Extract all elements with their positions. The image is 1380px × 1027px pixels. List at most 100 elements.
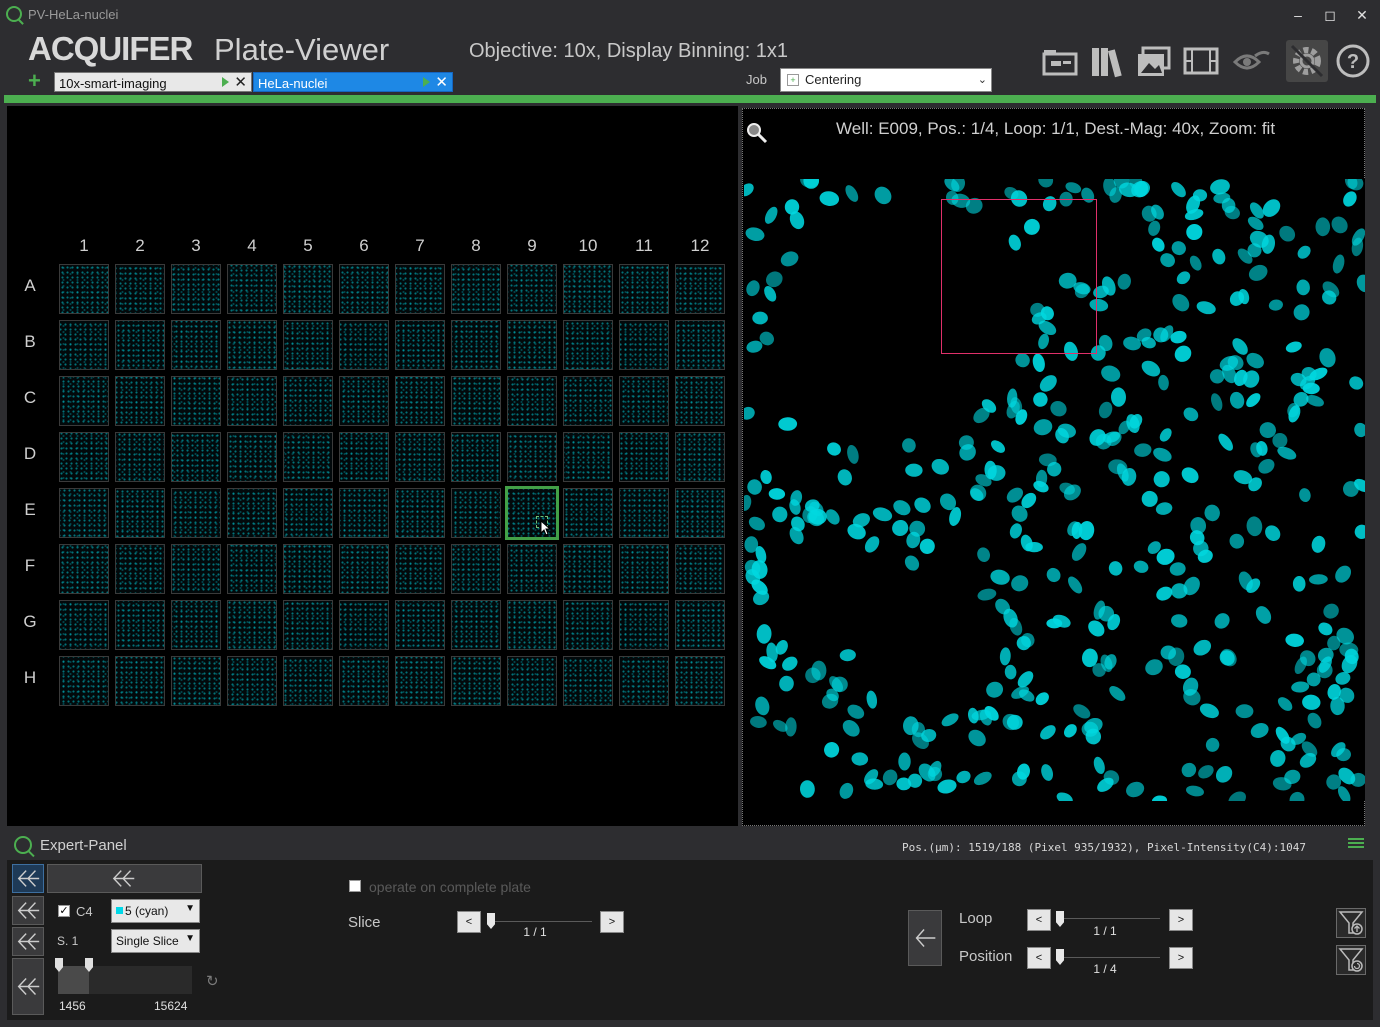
well-D4[interactable] <box>227 432 277 482</box>
well-D10[interactable] <box>563 432 613 482</box>
well-B6[interactable] <box>339 320 389 370</box>
well-E3[interactable] <box>171 488 221 538</box>
close-icon[interactable]: ✕ <box>435 73 448 91</box>
well-D11[interactable] <box>619 432 669 482</box>
well-G12[interactable] <box>675 600 725 650</box>
well-H12[interactable] <box>675 656 725 706</box>
well-G6[interactable] <box>339 600 389 650</box>
well-C2[interactable] <box>115 376 165 426</box>
well-A4[interactable] <box>227 264 277 314</box>
well-D8[interactable] <box>451 432 501 482</box>
well-B12[interactable] <box>675 320 725 370</box>
well-F12[interactable] <box>675 544 725 594</box>
slice-next-button[interactable]: > <box>600 911 624 933</box>
well-C5[interactable] <box>283 376 333 426</box>
well-H1[interactable] <box>59 656 109 706</box>
well-D1[interactable] <box>59 432 109 482</box>
well-F5[interactable] <box>283 544 333 594</box>
well-C9[interactable] <box>507 376 557 426</box>
collapse-range-icon[interactable] <box>12 958 44 1015</box>
tab-hela-nuclei[interactable]: HeLa-nuclei ✕ <box>253 72 453 92</box>
well-B3[interactable] <box>171 320 221 370</box>
loop-next-button[interactable]: > <box>1169 909 1193 931</box>
filter-up-icon[interactable] <box>1336 908 1366 938</box>
well-H4[interactable] <box>227 656 277 706</box>
well-F3[interactable] <box>171 544 221 594</box>
well-F8[interactable] <box>451 544 501 594</box>
well-A8[interactable] <box>451 264 501 314</box>
eye-icon[interactable] <box>1232 42 1271 80</box>
well-A7[interactable] <box>395 264 445 314</box>
well-B11[interactable] <box>619 320 669 370</box>
position-next-button[interactable]: > <box>1169 947 1193 969</box>
well-H10[interactable] <box>563 656 613 706</box>
well-G4[interactable] <box>227 600 277 650</box>
help-icon[interactable]: ? <box>1334 42 1372 80</box>
well-H8[interactable] <box>451 656 501 706</box>
well-E10[interactable] <box>563 488 613 538</box>
well-C4[interactable] <box>227 376 277 426</box>
maximize-button[interactable]: ◻ <box>1315 4 1345 26</box>
add-tab-button[interactable]: + <box>28 70 46 92</box>
images-icon[interactable] <box>1135 42 1173 80</box>
well-E5[interactable] <box>283 488 333 538</box>
well-E4[interactable] <box>227 488 277 538</box>
well-C8[interactable] <box>451 376 501 426</box>
settings-icon[interactable] <box>1286 40 1328 82</box>
well-H9[interactable] <box>507 656 557 706</box>
well-C3[interactable] <box>171 376 221 426</box>
minimize-button[interactable]: – <box>1283 4 1313 26</box>
well-A12[interactable] <box>675 264 725 314</box>
well-B8[interactable] <box>451 320 501 370</box>
slice-prev-button[interactable]: < <box>457 911 481 933</box>
channel-checkbox[interactable]: ✓ <box>58 905 70 917</box>
well-E12[interactable] <box>675 488 725 538</box>
well-E8[interactable] <box>451 488 501 538</box>
collapse-panel-button[interactable] <box>47 864 202 893</box>
well-F2[interactable] <box>115 544 165 594</box>
close-icon[interactable]: ✕ <box>234 73 247 91</box>
well-A5[interactable] <box>283 264 333 314</box>
close-window-button[interactable]: ✕ <box>1347 4 1377 26</box>
well-H5[interactable] <box>283 656 333 706</box>
well-B2[interactable] <box>115 320 165 370</box>
well-H2[interactable] <box>115 656 165 706</box>
reset-icon[interactable]: ↻ <box>206 972 222 990</box>
well-B7[interactable] <box>395 320 445 370</box>
position-slider-track[interactable] <box>1056 957 1160 958</box>
well-D7[interactable] <box>395 432 445 482</box>
well-C12[interactable] <box>675 376 725 426</box>
menu-icon[interactable] <box>1348 838 1364 852</box>
well-A1[interactable] <box>59 264 109 314</box>
well-G11[interactable] <box>619 600 669 650</box>
well-H6[interactable] <box>339 656 389 706</box>
well-B9[interactable] <box>507 320 557 370</box>
well-H11[interactable] <box>619 656 669 706</box>
well-E6[interactable] <box>339 488 389 538</box>
well-E1[interactable] <box>59 488 109 538</box>
well-F11[interactable] <box>619 544 669 594</box>
well-A10[interactable] <box>563 264 613 314</box>
well-C7[interactable] <box>395 376 445 426</box>
tab-10x-smart-imaging[interactable]: 10x-smart-imaging ✕ <box>54 72 252 92</box>
well-E7[interactable] <box>395 488 445 538</box>
well-F10[interactable] <box>563 544 613 594</box>
collapse-slice-icon[interactable] <box>12 927 44 956</box>
well-F9[interactable] <box>507 544 557 594</box>
collapse-left-icon[interactable] <box>12 864 44 893</box>
loop-prev-button[interactable]: < <box>1027 909 1051 931</box>
collapse-channel-icon[interactable] <box>12 896 44 925</box>
operate-plate-checkbox[interactable] <box>349 880 361 892</box>
well-B4[interactable] <box>227 320 277 370</box>
filter-refresh-icon[interactable] <box>1336 945 1366 975</box>
well-G2[interactable] <box>115 600 165 650</box>
well-C6[interactable] <box>339 376 389 426</box>
position-prev-button[interactable]: < <box>1027 947 1051 969</box>
well-H3[interactable] <box>171 656 221 706</box>
well-D3[interactable] <box>171 432 221 482</box>
play-icon[interactable] <box>222 77 229 87</box>
well-E2[interactable] <box>115 488 165 538</box>
well-A11[interactable] <box>619 264 669 314</box>
well-F4[interactable] <box>227 544 277 594</box>
well-D9[interactable] <box>507 432 557 482</box>
